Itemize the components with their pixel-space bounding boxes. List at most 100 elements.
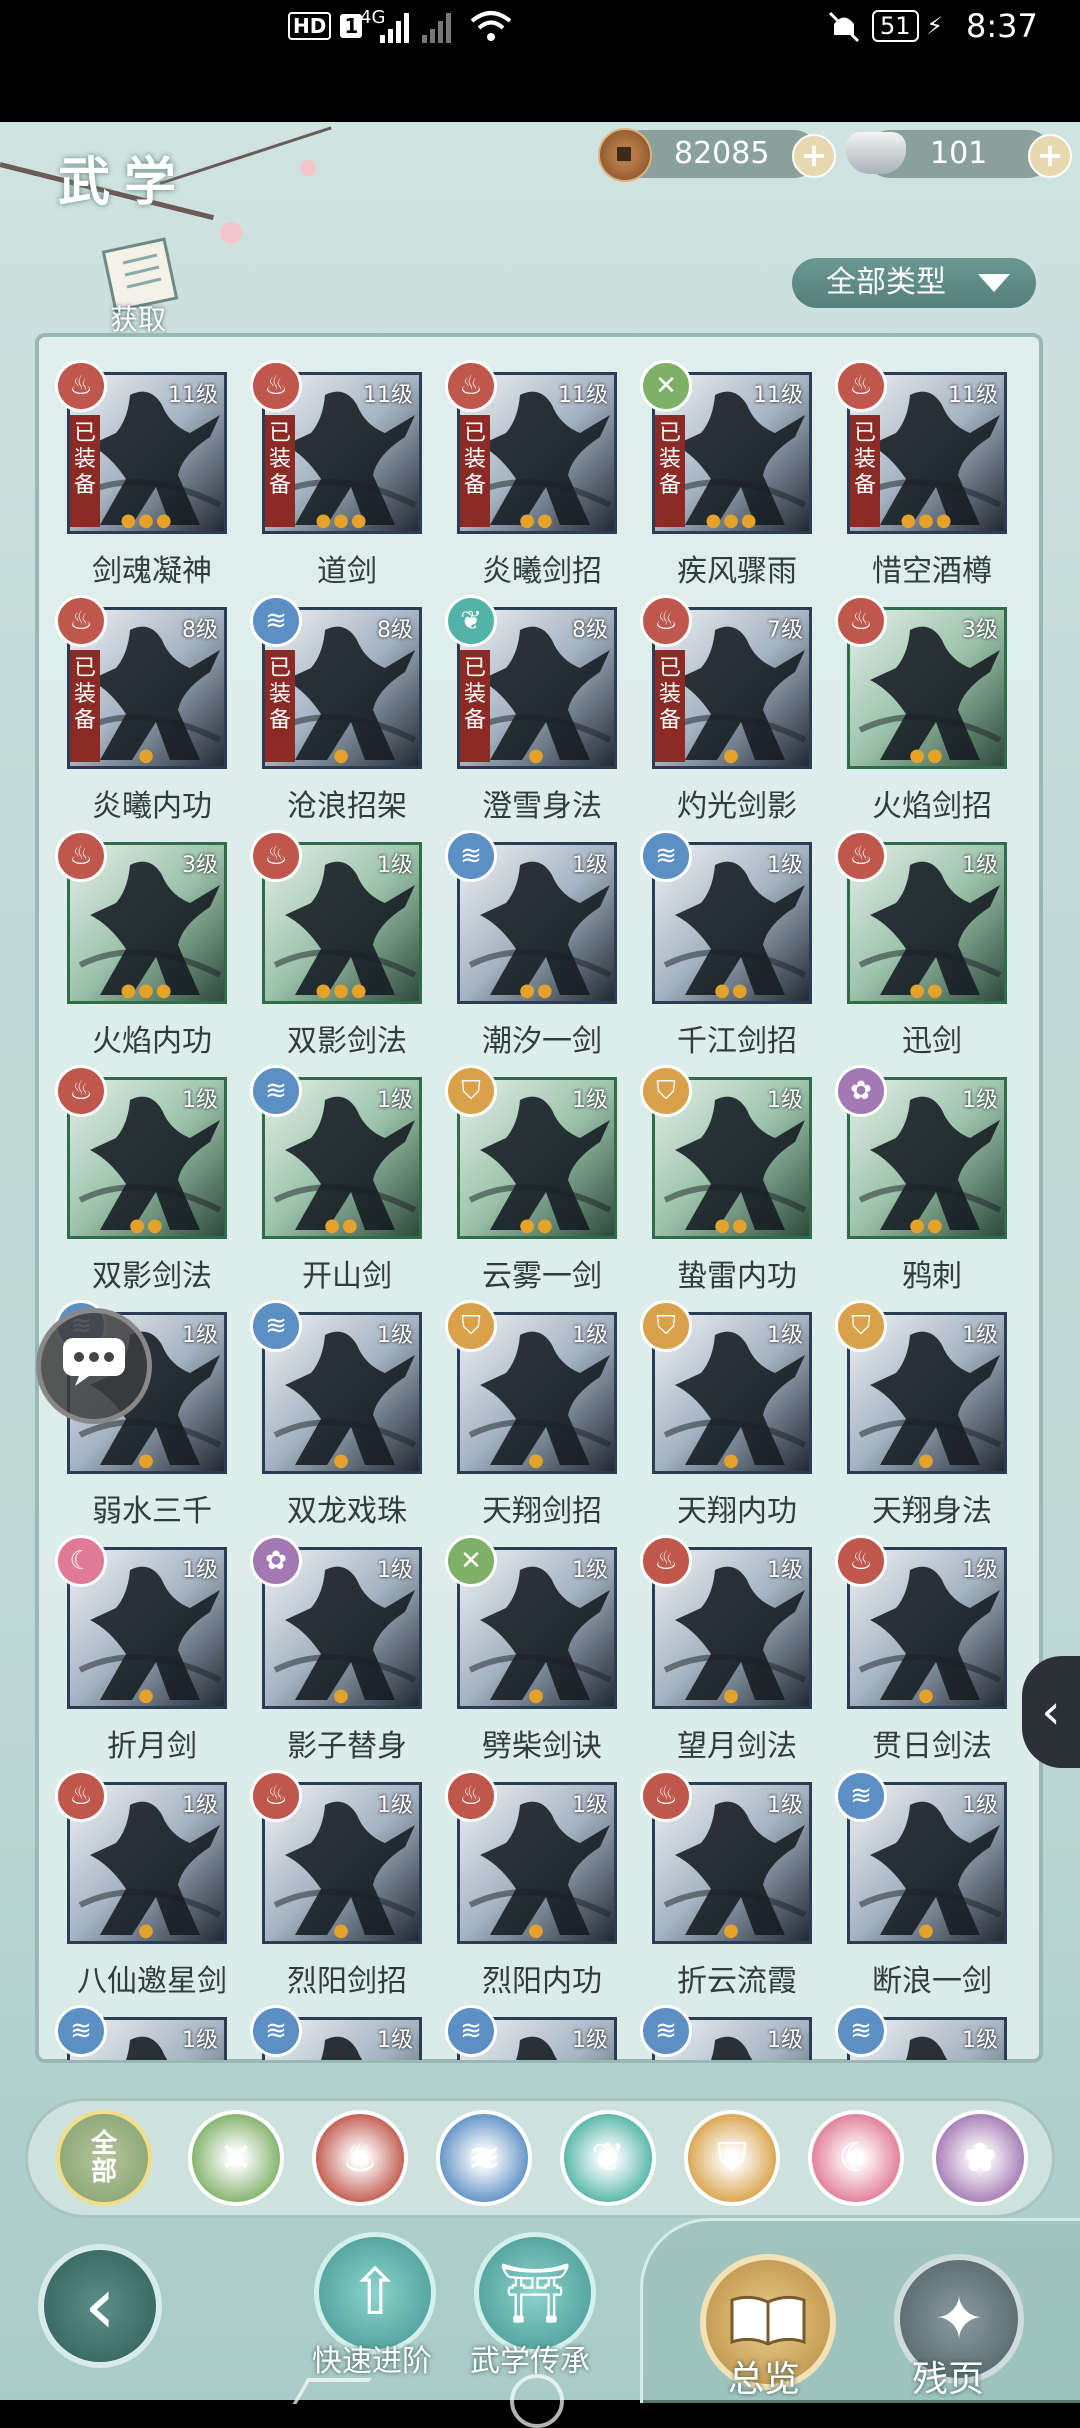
skill-level: 1级 [377, 1323, 413, 1348]
skill-card[interactable]: 3级 ●● ♨ 火焰剑招 [835, 595, 1025, 829]
skill-name: 影子替身 [287, 1729, 407, 1764]
star-rating: ● [723, 745, 741, 766]
battery-level: 51 [880, 12, 911, 40]
skill-card[interactable]: 1级 ●●● ♨ 双影剑法 [250, 830, 444, 1064]
filter-leaf-button[interactable]: ❦ [560, 2110, 656, 2206]
system-home-gesture[interactable] [510, 2374, 564, 2428]
skill-card[interactable]: 8级已装备 ● ≋ 沧浪招架 [250, 595, 444, 829]
filter-wind-button[interactable]: ✕ [188, 2110, 284, 2206]
add-silver-button[interactable]: + [1028, 134, 1072, 178]
skill-card[interactable]: 1级 ≋ [445, 2005, 639, 2060]
star-rating: ●●● [705, 510, 759, 531]
skill-level: 11级 [753, 383, 803, 408]
skill-name: 开山剑 [302, 1259, 392, 1294]
wifi-icon [470, 0, 512, 52]
skill-card[interactable]: 1级 ●● ⛉ 云雾一剑 [445, 1065, 639, 1299]
water-element-icon: ≋ [55, 2005, 107, 2057]
fire-element-icon: ♨ [55, 360, 107, 412]
skill-name: 迅剑 [902, 1024, 962, 1059]
side-panel-toggle[interactable]: ‹ [1022, 1656, 1080, 1768]
skill-level: 8级 [572, 618, 608, 643]
skill-card[interactable]: 11级已装备 ●● ♨ 炎曦剑招 [445, 360, 639, 594]
filter-water-button[interactable]: ≋ [436, 2110, 532, 2206]
skill-card[interactable]: 1级 ≋ [835, 2005, 1025, 2060]
star-rating: ●● [519, 1215, 555, 1236]
skill-card[interactable]: 1级 ● ≋ 断浪一剑 [835, 1770, 1025, 2004]
system-back-gesture[interactable] [292, 2378, 372, 2404]
star-rating: ●● [129, 1215, 165, 1236]
skill-card[interactable]: 1级 ●● ✿ 鸦刺 [835, 1065, 1025, 1299]
skill-card[interactable]: 3级 ●●● ♨ 火焰内功 [55, 830, 249, 1064]
skill-card[interactable]: 1级 ≋ [640, 2005, 834, 2060]
skill-card[interactable]: 1级 ●● ≋ 千江剑招 [640, 830, 834, 1064]
skill-card[interactable]: 8级已装备 ● ❦ 澄雪身法 [445, 595, 639, 829]
skill-name: 烈阳剑招 [287, 1964, 407, 1999]
star-rating: ●● [909, 1215, 945, 1236]
skill-card[interactable]: 1级 ● ⛉ 天翔身法 [835, 1300, 1025, 1534]
skill-card[interactable]: 1级 ●● ≋ 潮汐一剑 [445, 830, 639, 1064]
skill-card[interactable]: 1级 ● ⛉ 天翔内功 [640, 1300, 834, 1534]
filter-rose-button[interactable]: ✿ [932, 2110, 1028, 2206]
skill-level: 1级 [377, 2028, 413, 2053]
skill-card[interactable]: 1级 ●● ♨ 双影剑法 [55, 1065, 249, 1299]
skill-card[interactable]: 8级已装备 ● ♨ 炎曦内功 [55, 595, 249, 829]
rose-icon: ✿ [963, 2135, 997, 2181]
skill-name: 断浪一剑 [872, 1964, 992, 1999]
skill-card[interactable]: 1级 ● ✿ 影子替身 [250, 1535, 444, 1769]
skill-card[interactable]: 1级 ● ✕ 劈柴剑诀 [445, 1535, 639, 1769]
skill-card[interactable]: 1级 ● ⛉ 天翔剑招 [445, 1300, 639, 1534]
skill-card[interactable]: 11级已装备 ●●● ♨ 剑魂凝神 [55, 360, 249, 594]
skill-name: 折云流霞 [677, 1964, 797, 1999]
star-rating: ●● [324, 1215, 360, 1236]
skill-level: 1级 [962, 1088, 998, 1113]
skill-card[interactable]: 11级已装备 ●●● ✕ 疾风骤雨 [640, 360, 834, 594]
skill-card[interactable]: 1级 ≋ [250, 2005, 444, 2060]
skill-card[interactable]: 1级 ● ≋ 双龙戏珠 [250, 1300, 444, 1534]
skill-name: 天翔内功 [677, 1494, 797, 1529]
skill-card[interactable]: 1级 ● ♨ 烈阳内功 [445, 1770, 639, 2004]
skill-level: 3级 [182, 853, 218, 878]
skill-card[interactable]: 7级已装备 ● ♨ 灼光剑影 [640, 595, 834, 829]
star-rating: ● [918, 1450, 936, 1471]
add-copper-button[interactable]: + [792, 134, 836, 178]
shield-element-icon: ⛉ [445, 1065, 497, 1117]
skill-level: 11级 [558, 383, 608, 408]
skill-level: 1级 [572, 1323, 608, 1348]
skill-card[interactable]: 11级已装备 ●●● ♨ 惜空酒樽 [835, 360, 1025, 594]
skill-level: 11级 [363, 383, 413, 408]
chat-button[interactable] [36, 1308, 152, 1424]
filter-shield-button[interactable]: ⛉ [684, 2110, 780, 2206]
skill-card[interactable]: 1级 ●● ♨ 迅剑 [835, 830, 1025, 1064]
skill-card[interactable]: 1级 ● ☾ 折月剑 [55, 1535, 249, 1769]
star-rating: ● [138, 745, 156, 766]
filter-moon-button[interactable]: ☾ [808, 2110, 904, 2206]
skill-card[interactable]: 1级 ● ♨ 烈阳剑招 [250, 1770, 444, 2004]
back-icon: ‹ [84, 2259, 116, 2352]
skill-card[interactable]: 11级已装备 ●●● ♨ 道剑 [250, 360, 444, 594]
back-button[interactable]: ‹ [38, 2244, 162, 2368]
skill-card[interactable]: 1级 ●● ≋ 开山剑 [250, 1065, 444, 1299]
filter-all-button[interactable]: 全部 [56, 2110, 152, 2206]
skill-card[interactable]: 1级 ● ♨ 折云流霞 [640, 1770, 834, 2004]
sim-badge: 1 [340, 14, 363, 38]
fire-element-icon: ♨ [55, 595, 107, 647]
type-filter-dropdown[interactable]: 全部类型 [792, 258, 1036, 308]
moon-element-icon: ☾ [55, 1535, 107, 1587]
skill-card[interactable]: 1级 ● ♨ 八仙邀星剑 [55, 1770, 249, 2004]
star-rating: ● [528, 745, 546, 766]
filter-fire-button[interactable]: ♨ [312, 2110, 408, 2206]
charging-icon: ⚡ [926, 12, 944, 40]
skill-level: 1级 [767, 853, 803, 878]
skill-card[interactable]: 1级 ● ♨ 望月剑法 [640, 1535, 834, 1769]
skill-name: 八仙邀星剑 [77, 1964, 227, 1999]
water-element-icon: ≋ [250, 1065, 302, 1117]
skill-level: 1级 [572, 853, 608, 878]
star-rating: ●● [714, 980, 750, 1001]
skill-name: 灼光剑影 [677, 789, 797, 824]
skill-level: 8级 [182, 618, 218, 643]
skill-card[interactable]: 1级 ● ♨ 贯日剑法 [835, 1535, 1025, 1769]
skill-name: 贯日剑法 [872, 1729, 992, 1764]
puzzle-icon: ✦ [933, 2284, 985, 2354]
skill-card[interactable]: 1级 ●● ⛉ 蛰雷内功 [640, 1065, 834, 1299]
skill-card[interactable]: 1级 ≋ [55, 2005, 249, 2060]
